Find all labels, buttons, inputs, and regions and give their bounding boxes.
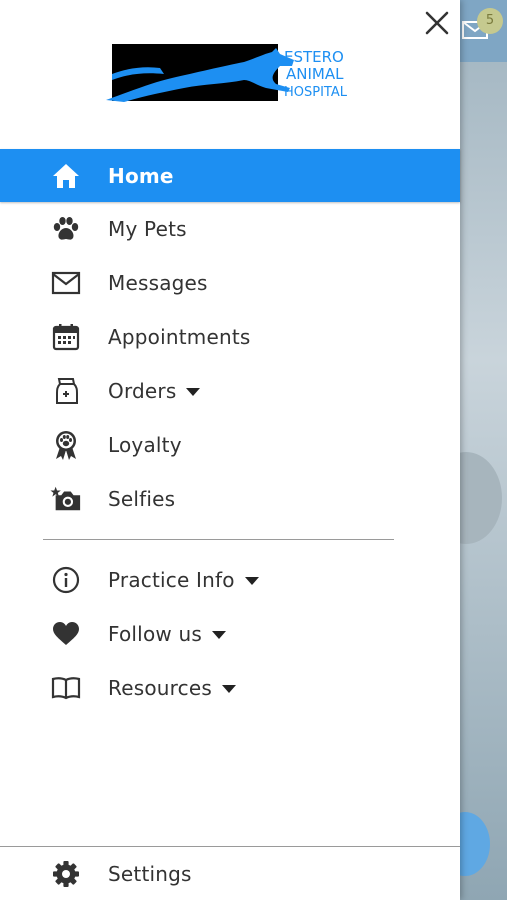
- menu-item-settings[interactable]: Settings: [0, 847, 460, 900]
- menu-item-label: Selfies: [108, 487, 176, 511]
- chevron-down-icon: [244, 576, 259, 585]
- secondary-menu: Practice Info Follow us Resources: [0, 553, 460, 715]
- heart-icon: [50, 618, 82, 650]
- estero-animal-hospital-logo: ESTERO ANIMAL HOSPITAL: [106, 44, 348, 102]
- practice-info-label-text: Practice Info: [108, 568, 235, 592]
- gear-icon: [50, 858, 82, 890]
- menu-item-label: Orders: [108, 379, 201, 403]
- nav-drawer: ESTERO ANIMAL HOSPITAL Home My Pets Mess…: [0, 0, 460, 900]
- menu-item-messages[interactable]: Messages: [0, 256, 460, 310]
- menu-item-label: Settings: [108, 861, 192, 886]
- menu-item-home[interactable]: Home: [0, 149, 460, 202]
- close-button[interactable]: [420, 6, 454, 40]
- menu-item-label: Loyalty: [108, 433, 182, 457]
- menu-item-selfies[interactable]: Selfies: [0, 472, 460, 526]
- menu-item-label: Messages: [108, 271, 208, 295]
- home-icon: [50, 160, 82, 192]
- menu-item-label: Resources: [108, 676, 236, 700]
- menu-divider: [43, 539, 394, 540]
- chevron-down-icon: [186, 387, 201, 396]
- book-icon: [50, 672, 82, 704]
- logo-line-1: ESTERO: [284, 48, 344, 66]
- info-icon: [50, 564, 82, 596]
- logo-line-2: ANIMAL: [286, 65, 344, 83]
- envelope-icon: [50, 267, 82, 299]
- follow-us-label-text: Follow us: [108, 622, 202, 646]
- paw-icon: [50, 213, 82, 245]
- menu-item-label: Practice Info: [108, 568, 259, 592]
- menu-item-label: Home: [108, 163, 174, 188]
- calendar-icon: [50, 321, 82, 353]
- menu-item-label: My Pets: [108, 217, 187, 241]
- menu-item-label: Follow us: [108, 622, 226, 646]
- menu-item-appointments[interactable]: Appointments: [0, 310, 460, 364]
- menu-item-label: Appointments: [108, 325, 251, 349]
- chevron-down-icon: [212, 630, 226, 639]
- paw-ribbon-icon: [50, 429, 82, 461]
- menu-item-loyalty[interactable]: Loyalty: [0, 418, 460, 472]
- menu-item-follow-us[interactable]: Follow us: [0, 607, 460, 661]
- primary-menu: Home My Pets Messages Appointments Order…: [0, 149, 460, 526]
- background-badge: 5: [477, 8, 503, 34]
- close-icon: [425, 11, 449, 35]
- orders-label-text: Orders: [108, 379, 177, 403]
- menu-item-resources[interactable]: Resources: [0, 661, 460, 715]
- menu-item-my-pets[interactable]: My Pets: [0, 202, 460, 256]
- pet-food-bag-icon: [50, 375, 82, 407]
- camera-star-icon: [50, 483, 82, 515]
- chevron-down-icon: [221, 684, 236, 693]
- resources-label-text: Resources: [108, 676, 212, 700]
- menu-item-orders[interactable]: Orders: [0, 364, 460, 418]
- menu-item-practice-info[interactable]: Practice Info: [0, 553, 460, 607]
- logo-line-3: HOSPITAL: [284, 85, 348, 100]
